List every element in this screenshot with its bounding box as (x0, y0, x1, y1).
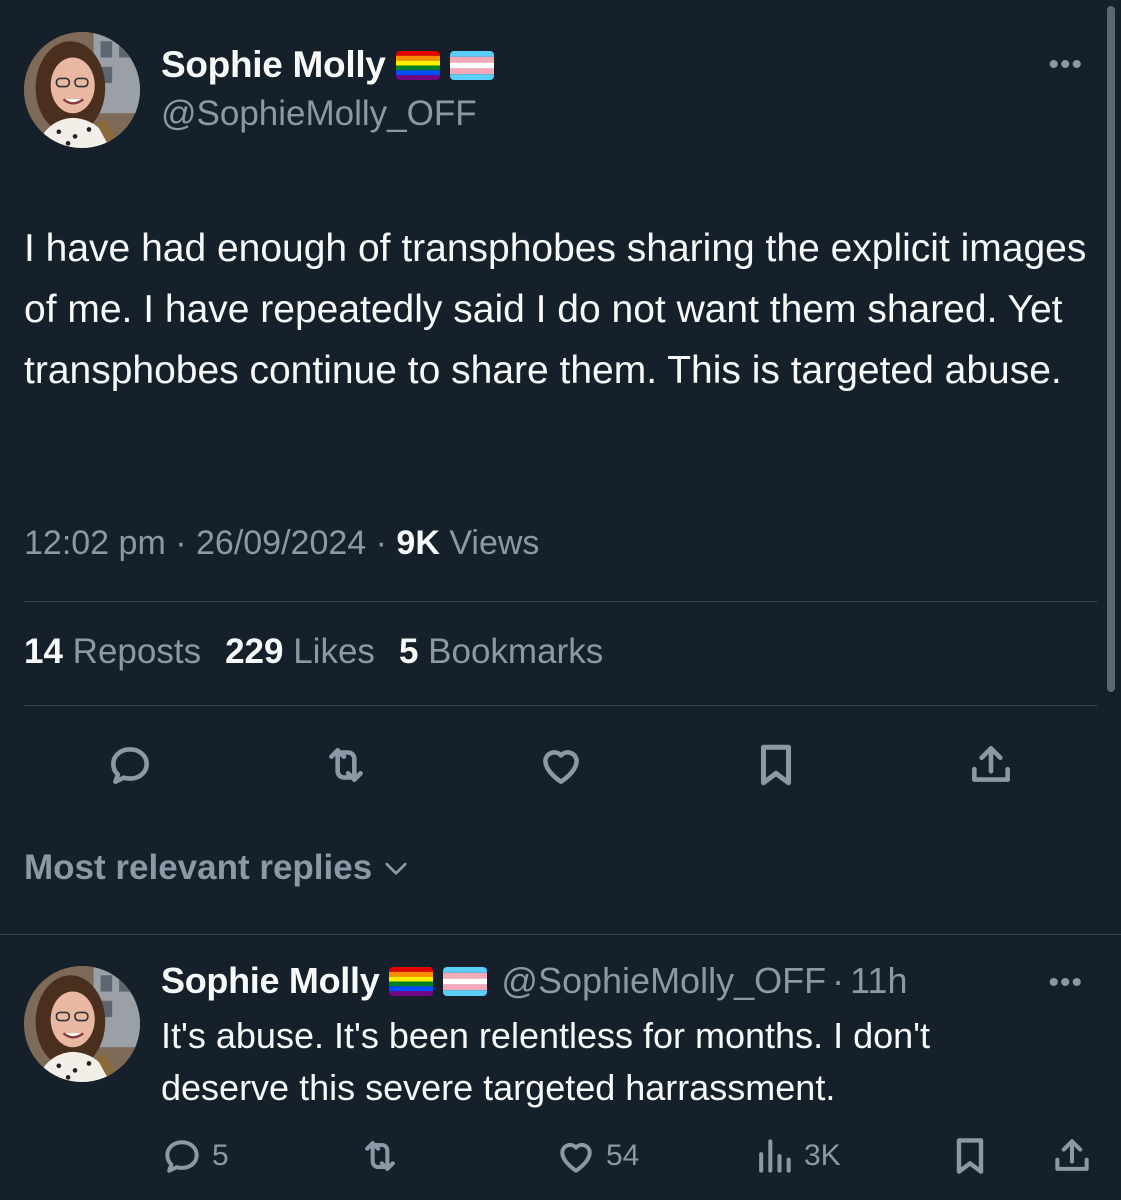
like-count: 54 (606, 1139, 640, 1172)
reply-count: 5 (212, 1139, 229, 1172)
tweet-meta: 12:02 pm · 26/09/2024 · 9K Views (24, 524, 539, 563)
divider (24, 601, 1097, 602)
reply-button[interactable] (100, 735, 160, 795)
engagement-stats: 14 Reposts 229 Likes 5 Bookmarks (24, 632, 603, 672)
repost-button[interactable] (316, 735, 376, 795)
transgender-flag-icon (443, 966, 488, 996)
reply-author-handle[interactable]: @SophieMolly_OFF (501, 960, 826, 1002)
tweet-text: I have had enough of transphobes sharing… (24, 227, 1087, 392)
reply-bookmark-button[interactable] (948, 1132, 992, 1180)
transgender-flag-icon (449, 50, 494, 80)
more-icon[interactable]: ••• (1048, 968, 1083, 998)
meta-separator: · (375, 524, 397, 562)
reposts-label: Reposts (72, 632, 202, 671)
divider (0, 934, 1121, 935)
bookmarks-count: 5 (398, 632, 419, 671)
repost-icon (329, 748, 363, 782)
replies-sort-dropdown[interactable]: Most relevant replies (24, 848, 412, 888)
likes-label: Likes (293, 632, 375, 671)
reply-views-button[interactable]: 3K (752, 1132, 841, 1180)
repost-icon (365, 1141, 395, 1171)
rainbow-flag-icon (389, 966, 434, 996)
reply-header: Sophie Molly @SophieMolly_OFF · 11h (161, 960, 907, 1002)
bookmarks-label: Bookmarks (428, 632, 604, 671)
bookmark-button[interactable] (746, 735, 806, 795)
share-icon (1055, 1139, 1089, 1171)
heart-icon (543, 750, 579, 784)
divider (24, 705, 1097, 706)
heart-icon (560, 1142, 592, 1173)
like-button[interactable] (531, 735, 591, 795)
share-icon (972, 746, 1010, 782)
meta-separator: · (175, 524, 196, 562)
views-icon (759, 1139, 791, 1173)
reply-text: It's abuse. It's been relentless for mon… (161, 1015, 931, 1108)
reply-author-name[interactable]: Sophie Molly (161, 960, 380, 1002)
reply-separator: · (832, 960, 845, 1001)
tweet-date[interactable]: 26/09/2024 (196, 524, 366, 562)
reply-share-button[interactable] (1050, 1132, 1094, 1180)
avatar[interactable] (24, 966, 140, 1082)
author-name[interactable]: Sophie Molly (161, 44, 494, 86)
views-label: Views (449, 524, 540, 562)
reply-age[interactable]: 11h (850, 960, 907, 1002)
reposts-stat[interactable]: 14 Reposts (24, 632, 201, 672)
reposts-count: 14 (24, 632, 63, 671)
replies-sort-label: Most relevant replies (24, 848, 373, 887)
rainbow-flag-icon (395, 50, 440, 80)
bookmark-icon (956, 1138, 984, 1174)
reply-reply-button[interactable]: 5 (160, 1132, 229, 1180)
reply-icon (165, 1140, 199, 1173)
view-count: 3K (804, 1139, 841, 1172)
likes-count: 229 (225, 632, 284, 671)
tweet-time[interactable]: 12:02 pm (24, 524, 166, 562)
likes-stat[interactable]: 229 Likes (225, 632, 375, 672)
views-count: 9K (396, 524, 440, 562)
author-name-text[interactable]: Sophie Molly (161, 44, 386, 86)
reply-icon (111, 747, 149, 784)
reply-like-button[interactable]: 54 (554, 1132, 639, 1180)
author-handle[interactable]: @SophieMolly_OFF (161, 94, 477, 134)
avatar[interactable] (24, 32, 140, 148)
share-button[interactable] (961, 735, 1021, 795)
bookmark-icon (761, 744, 791, 786)
scrollbar[interactable] (1107, 6, 1115, 692)
chevron-down-icon (385, 862, 407, 875)
bookmarks-stat[interactable]: 5 Bookmarks (399, 632, 603, 672)
more-icon[interactable]: ••• (1048, 50, 1083, 80)
reply-repost-button[interactable] (358, 1132, 402, 1180)
